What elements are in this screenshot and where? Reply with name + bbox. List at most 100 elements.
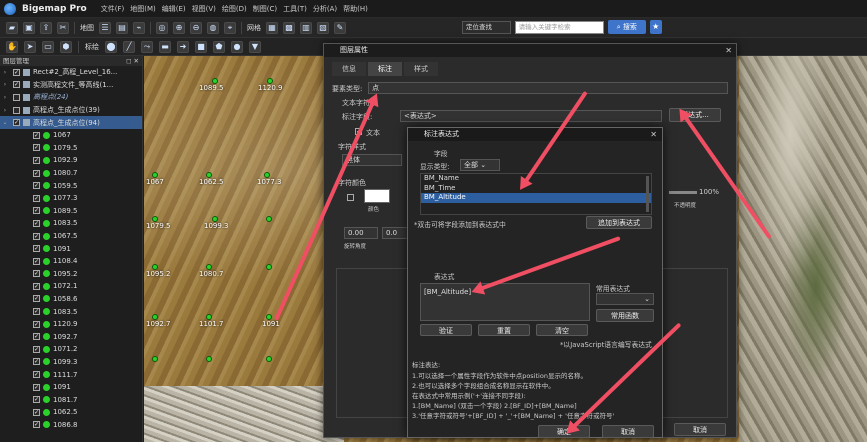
pan-hand-icon[interactable]: ✋ — [6, 40, 18, 53]
color-swatch[interactable] — [364, 189, 390, 203]
value-checkbox[interactable]: ✓ — [33, 396, 40, 404]
value-checkbox[interactable]: ✓ — [33, 131, 40, 139]
favorite-star-icon[interactable]: ★ — [649, 20, 662, 34]
label-field-select[interactable]: <表达式> — [400, 110, 662, 122]
square-icon[interactable]: ■ — [195, 40, 207, 53]
layer-value-item[interactable]: ✓ 1091 — [0, 242, 142, 255]
layer-item-selected[interactable]: ⌄ ✓ 高程点_生成点位(94) — [0, 116, 142, 129]
layer-value-item[interactable]: ✓ 1058.6 — [0, 293, 142, 306]
value-checkbox[interactable]: ✓ — [33, 295, 40, 303]
value-checkbox[interactable]: ✓ — [33, 207, 40, 215]
expand-arrow-icon[interactable]: › — [0, 69, 10, 76]
arrow-shape-icon[interactable]: ➜ — [177, 40, 189, 53]
layer-value-item[interactable]: ✓ 1095.2 — [0, 268, 142, 281]
layer-value-item[interactable]: ✓ 1072.1 — [0, 280, 142, 293]
circle-icon[interactable]: ● — [231, 40, 243, 53]
layer-value-item[interactable]: ✓ 1062.5 — [0, 406, 142, 419]
layer-value-item[interactable]: ✓ 1059.5 — [0, 179, 142, 192]
layer-value-item[interactable]: ✓ 1067.5 — [0, 230, 142, 243]
layer-item[interactable]: › 高程点_生成点位(39) — [0, 104, 142, 117]
value-checkbox[interactable]: ✓ — [33, 169, 40, 177]
value-checkbox[interactable]: ✓ — [33, 144, 40, 152]
layer-value-item[interactable]: ✓ 1086.8 — [0, 419, 142, 432]
value-checkbox[interactable]: ✓ — [33, 232, 40, 240]
menu-map[interactable]: 地图(M) — [130, 4, 156, 14]
layer-value-item[interactable]: ✓ 1092.7 — [0, 330, 142, 343]
image-icon[interactable]: ▤ — [116, 21, 128, 34]
menu-view[interactable]: 视图(V) — [192, 4, 216, 14]
cut-icon[interactable]: ✂ — [57, 21, 69, 34]
clear-button[interactable]: 清空 — [536, 324, 588, 336]
layer-value-item[interactable]: ✓ 1077.3 — [0, 192, 142, 205]
menu-edit[interactable]: 编辑(E) — [162, 4, 186, 14]
collapse-arrow-icon[interactable]: ⌄ — [0, 119, 10, 126]
value-checkbox[interactable]: ✓ — [33, 320, 40, 328]
common-functions-button[interactable]: 常用函数 — [596, 309, 654, 322]
location-pin-icon[interactable]: ⌖ — [224, 21, 236, 34]
menu-tools[interactable]: 工具(T) — [283, 4, 307, 14]
menu-analysis[interactable]: 分析(A) — [313, 4, 337, 14]
value-checkbox[interactable]: ✓ — [33, 408, 40, 416]
marker-icon[interactable]: ⬤ — [105, 40, 117, 53]
cancel-button[interactable]: 取消 — [602, 425, 654, 438]
save-icon[interactable]: ▣ — [23, 21, 35, 34]
expression-textarea[interactable]: [BM_Altitude] — [420, 283, 590, 321]
layer-value-item[interactable]: ✓ 1099.3 — [0, 356, 142, 369]
layer-value-item[interactable]: ✓ 1120.9 — [0, 318, 142, 331]
expand-arrow-icon[interactable]: › — [0, 94, 10, 101]
layer-item[interactable]: ›✓​Rect#2_高程_Level_16... — [0, 66, 142, 79]
menu-file[interactable]: 文件(F) — [101, 4, 125, 14]
field-item-selected[interactable]: BM_Altitude — [421, 193, 651, 203]
layer-value-item[interactable]: ✓ 1079.5 — [0, 142, 142, 155]
menu-help[interactable]: 帮助(H) — [343, 4, 368, 14]
font-color-checkbox[interactable] — [347, 194, 354, 201]
layer-item[interactable]: › ✓ 实测高程文件_等高线(1... — [0, 79, 142, 92]
elevation-point-marker[interactable] — [266, 216, 272, 222]
value-checkbox[interactable]: ✓ — [33, 333, 40, 341]
triangle-down-icon[interactable]: ▼ — [249, 40, 261, 53]
layer-value-item[interactable]: ✓ 1091 — [0, 381, 142, 394]
field-item[interactable]: BM_Time — [421, 184, 651, 194]
chart-icon[interactable]: ⌁ — [133, 21, 145, 34]
elevation-point-marker[interactable] — [266, 356, 272, 362]
value-checkbox[interactable]: ✓ — [33, 345, 40, 353]
layer-value-item[interactable]: ✓ 1067 — [0, 129, 142, 142]
measure-label[interactable]: 标绘 — [85, 42, 99, 52]
export-icon[interactable]: ⇪ — [40, 21, 52, 34]
layer-checkbox[interactable] — [13, 106, 20, 114]
expand-arrow-icon[interactable]: › — [0, 107, 10, 114]
layer-value-item[interactable]: ✓ 1071.2 — [0, 343, 142, 356]
brush-icon[interactable]: ✎ — [334, 21, 346, 34]
layer-value-item[interactable]: ✓ 1083.5 — [0, 305, 142, 318]
layer-value-item[interactable]: ✓ 1089.5 — [0, 205, 142, 218]
layer-item[interactable]: › 高程点(24) — [0, 91, 142, 104]
value-checkbox[interactable]: ✓ — [33, 358, 40, 366]
zoom-out-icon[interactable]: ⊖ — [190, 21, 202, 34]
polyline-icon[interactable]: ⤳ — [141, 40, 153, 53]
tab-info[interactable]: 信息 — [332, 62, 366, 76]
layers-icon[interactable]: ☰ — [99, 21, 111, 34]
value-checkbox[interactable]: ✓ — [33, 308, 40, 316]
search-input[interactable]: 请输入关键字检索 — [514, 20, 605, 34]
elevation-point-marker[interactable] — [266, 264, 272, 270]
value-checkbox[interactable]: ✓ — [33, 257, 40, 265]
value-checkbox[interactable]: ✓ — [33, 383, 40, 391]
tab-style[interactable]: 样式 — [404, 62, 438, 76]
map-label[interactable]: 地图 — [80, 23, 94, 33]
value-checkbox[interactable]: ✓ — [33, 282, 40, 290]
select-arrow-icon[interactable]: ➤ — [24, 40, 36, 53]
field-list-scrollbar[interactable] — [646, 176, 649, 212]
panel-pin-icon[interactable]: ◻ ✕ — [126, 56, 139, 66]
screenshot-icon[interactable]: ▭ — [42, 40, 54, 53]
common-expression-select[interactable]: ⌄ — [596, 293, 654, 305]
element-type-select[interactable]: 点 — [368, 82, 728, 94]
layer-value-item[interactable]: ✓ 1080.7 — [0, 167, 142, 180]
pentagon-icon[interactable]: ⬟ — [213, 40, 225, 53]
verify-button[interactable]: 验证 — [420, 324, 472, 336]
search-button[interactable]: ⌕ 搜索 — [608, 20, 646, 34]
field-item[interactable]: BM_Name — [421, 174, 651, 184]
expand-arrow-icon[interactable]: › — [0, 81, 10, 88]
layer-checkbox[interactable] — [13, 93, 20, 101]
value-checkbox[interactable]: ✓ — [33, 194, 40, 202]
add-to-expression-button[interactable]: 追加到表达式 — [586, 216, 652, 229]
